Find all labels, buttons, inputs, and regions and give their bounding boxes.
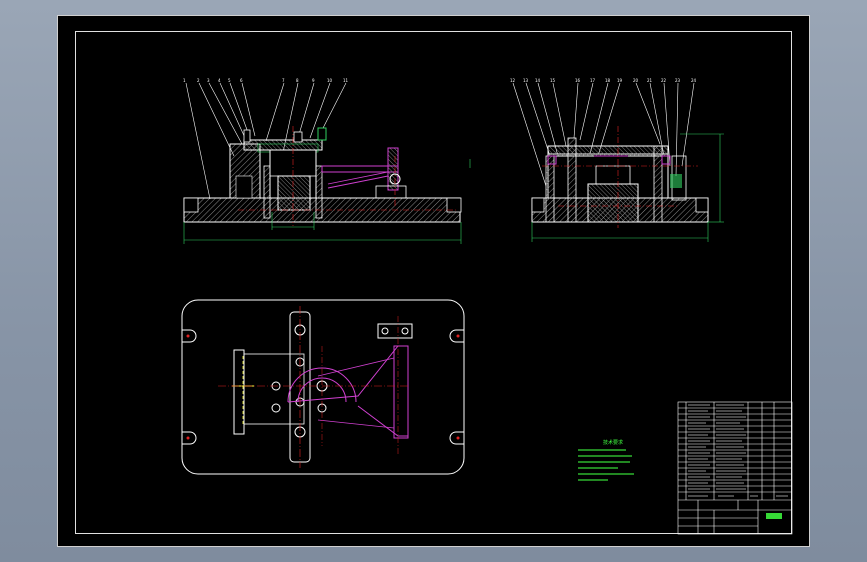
technical-notes: 技术要求 xyxy=(578,439,634,481)
svg-text:7: 7 xyxy=(282,78,285,83)
front-view: 1 2 3 4 5 6 7 8 9 10 11 xyxy=(183,78,471,244)
parts-list-rows xyxy=(678,407,792,501)
side-view: 12 13 14 15 16 17 18 19 20 21 22 23 24 xyxy=(510,78,724,242)
svg-text:14: 14 xyxy=(535,78,541,83)
svg-text:24: 24 xyxy=(691,78,697,83)
svg-text:2: 2 xyxy=(197,78,200,83)
notes-title: 技术要求 xyxy=(603,439,623,446)
svg-text:4: 4 xyxy=(218,78,221,83)
corner-slots xyxy=(182,329,464,445)
svg-text:15: 15 xyxy=(550,78,556,83)
svg-text:23: 23 xyxy=(675,78,681,83)
svg-text:8: 8 xyxy=(296,78,299,83)
svg-text:1: 1 xyxy=(183,78,186,83)
svg-text:12: 12 xyxy=(510,78,516,83)
svg-text:17: 17 xyxy=(590,78,596,83)
drawing-sheet: 123 456 789 10 11 12 13 14 15 16 17 18 1… xyxy=(57,15,810,547)
svg-text:22: 22 xyxy=(661,78,667,83)
top-view xyxy=(181,299,465,475)
svg-text:11: 11 xyxy=(343,78,349,83)
front-view-leader-tags: 1 2 3 4 5 6 7 8 9 10 11 xyxy=(183,78,349,83)
svg-text:13: 13 xyxy=(523,78,529,83)
svg-text:16: 16 xyxy=(575,78,581,83)
cad-drawing-canvas: 123 456 789 10 11 12 13 14 15 16 17 18 1… xyxy=(181,78,793,535)
title-stamp xyxy=(766,513,782,519)
svg-text:9: 9 xyxy=(312,78,315,83)
svg-text:19: 19 xyxy=(617,78,623,83)
svg-text:5: 5 xyxy=(228,78,231,83)
svg-text:18: 18 xyxy=(605,78,611,83)
parts-list-text-marks xyxy=(688,404,788,497)
svg-text:10: 10 xyxy=(327,78,333,83)
svg-text:20: 20 xyxy=(633,78,639,83)
svg-text:6: 6 xyxy=(240,78,243,83)
svg-text:21: 21 xyxy=(647,78,653,83)
svg-text:3: 3 xyxy=(207,78,210,83)
